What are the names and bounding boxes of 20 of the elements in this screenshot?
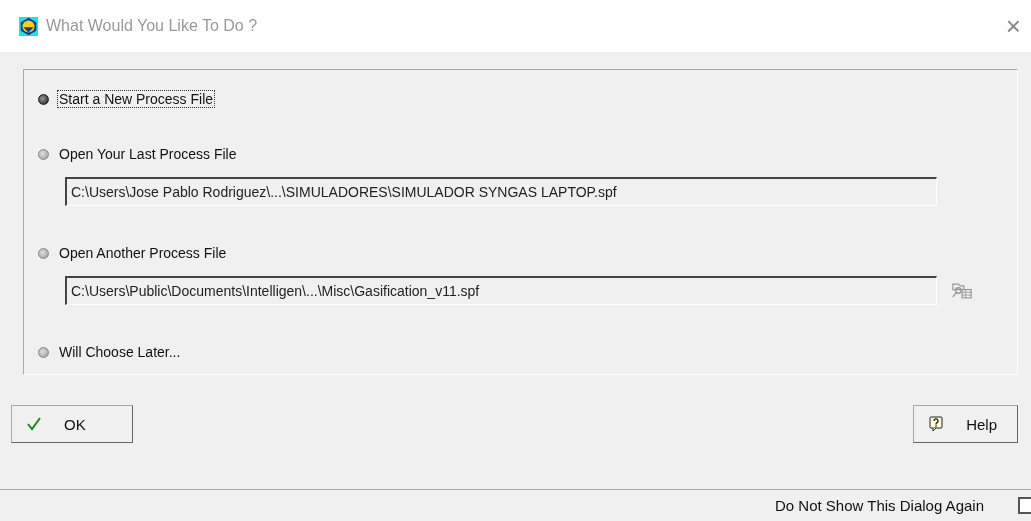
option-label[interactable]: Start a New Process File: [57, 90, 216, 108]
help-button[interactable]: Help: [913, 405, 1018, 443]
option-label[interactable]: Will Choose Later...: [57, 343, 183, 361]
help-icon: [928, 416, 945, 432]
folder-search-icon[interactable]: [951, 281, 973, 300]
app-logo-icon: [19, 16, 38, 36]
radio-button[interactable]: [38, 247, 49, 259]
radio-button[interactable]: [38, 148, 49, 160]
ok-button[interactable]: OK: [11, 405, 133, 443]
radio-button[interactable]: [38, 346, 49, 358]
checkbox-label: Do Not Show This Dialog Again: [775, 497, 984, 514]
checkbox[interactable]: [1018, 497, 1031, 514]
radio-button[interactable]: [38, 93, 49, 105]
file-path-field[interactable]: C:\Users\Jose Pablo Rodriguez\...\SIMULADORES\SIMULADOR SYNGAS LAPTOP.spf: [65, 177, 937, 206]
checkmark-icon: [26, 416, 42, 432]
window-title: What Would You Like To Do ?: [46, 17, 259, 35]
close-button[interactable]: ×: [1005, 10, 1021, 42]
option-label[interactable]: Open Your Last Process File: [57, 145, 239, 163]
file-path-field[interactable]: C:\Users\Public\Documents\Intelligen\...\Misc\Gasification_v11.spf: [65, 276, 937, 305]
option-label[interactable]: Open Another Process File: [57, 244, 229, 262]
